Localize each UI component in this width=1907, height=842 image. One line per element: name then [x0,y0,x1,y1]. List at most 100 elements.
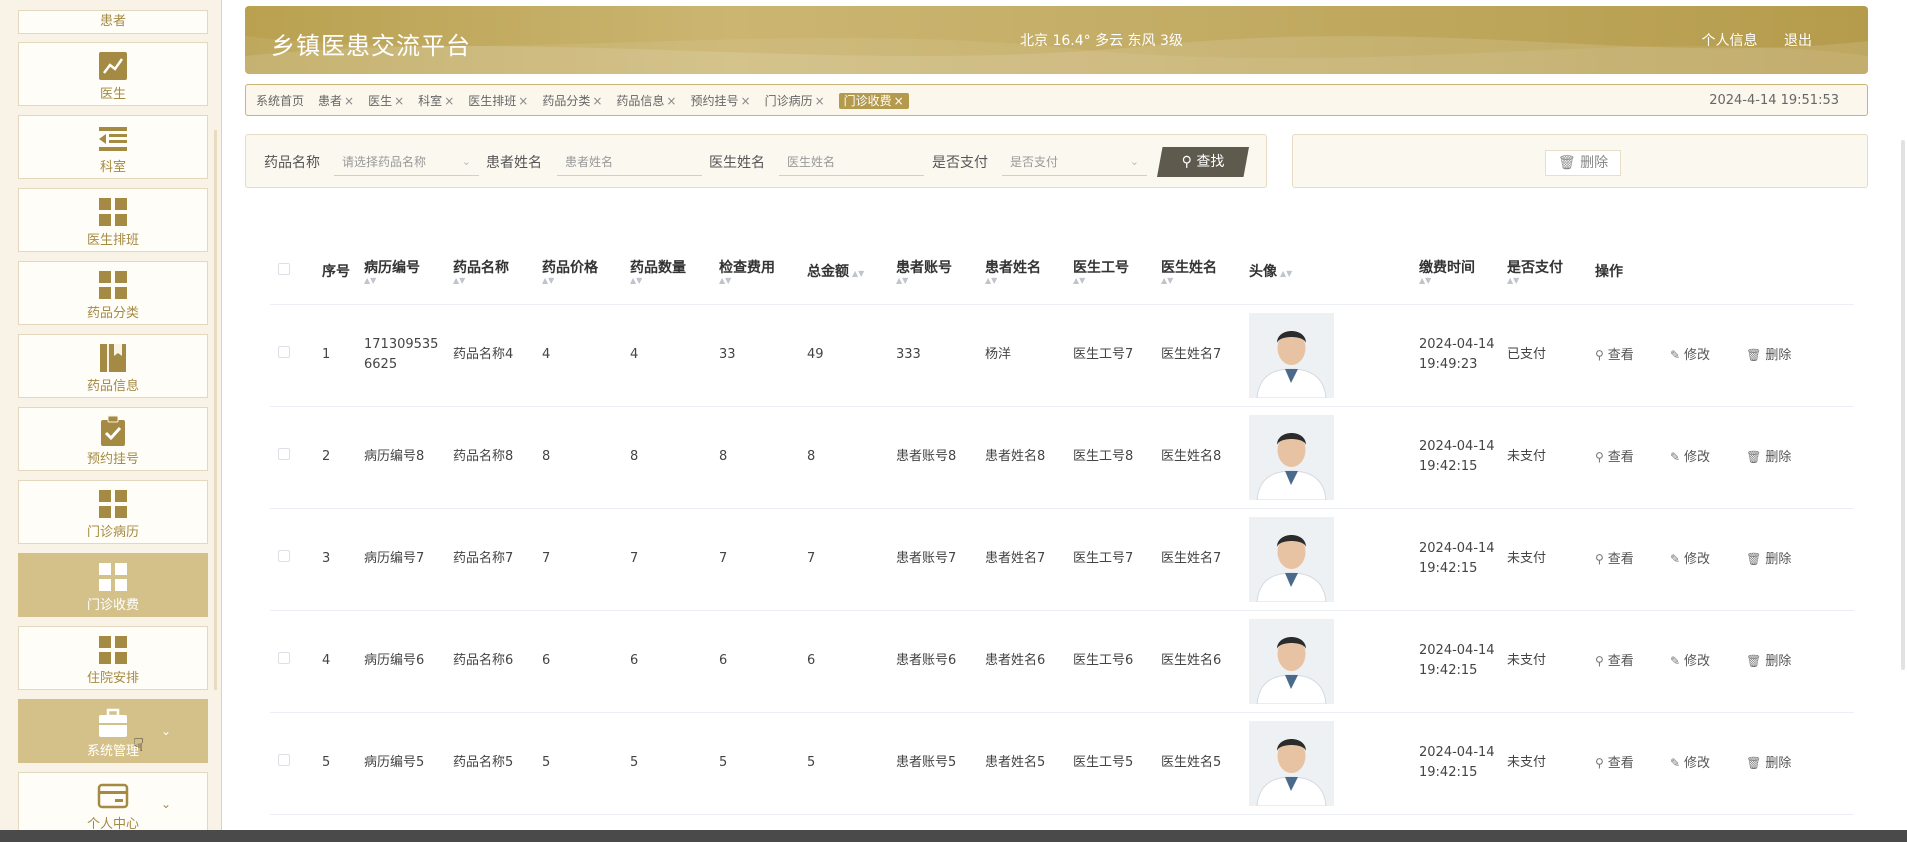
close-icon[interactable]: × [444,94,454,108]
sidebar-item-patient[interactable]: 患者 [18,10,208,34]
close-icon[interactable]: × [666,94,676,108]
select-all-checkbox[interactable] [278,262,290,275]
close-icon[interactable]: × [741,94,751,108]
edit-button[interactable]: ✎ 修改 [1670,348,1726,363]
view-button[interactable]: ⚲ 查看 [1595,654,1650,669]
row-checkbox[interactable] [278,754,290,766]
sidebar-item-outpatient-record[interactable]: 门诊病历 [18,480,208,544]
header-avatar[interactable]: 头像 ▲▼ [1241,238,1411,305]
header-record-no[interactable]: 病历编号 ▲▼ [356,238,445,305]
page-scrollbar[interactable] [1901,140,1905,670]
sidebar-item-drug-category[interactable]: 药品分类 [18,261,208,325]
view-button[interactable]: ⚲ 查看 [1595,756,1650,771]
table-row[interactable]: 4 病历编号6 药品名称6 6 6 6 6 患者账号6 患者姓名6 医生工号6 … [270,610,1854,713]
sidebar-item-department[interactable]: 科室 [18,115,208,179]
header-index[interactable]: 序号 [314,238,356,305]
header-drug-name[interactable]: 药品名称 ▲▼ [445,238,534,305]
row-checkbox[interactable] [278,448,290,460]
delete-button[interactable]: 🗑 删除 [1746,654,1807,669]
table-row[interactable]: 2 病历编号8 药品名称8 8 8 8 8 患者账号8 患者姓名8 医生工号8 … [270,406,1854,509]
search-button[interactable]: ⚲ 查找 [1157,147,1249,177]
doctor-name-input[interactable]: 医生姓名 [779,148,924,176]
patient-name-input[interactable]: 患者姓名 [557,148,702,176]
header-paid[interactable]: 是否支付 ▲▼ [1499,238,1587,305]
sort-icon[interactable]: ▲▼ [364,276,445,285]
header-doctor-name[interactable]: 医生姓名 ▲▼ [1153,238,1241,305]
sidebar-item-inpatient[interactable]: 住院安排 [18,626,208,690]
tab-doctor-schedule[interactable]: 医生排班 × [468,93,528,109]
sidebar-item-drug-info[interactable]: 药品信息 [18,334,208,398]
sort-icon[interactable]: ▲▼ [542,276,622,285]
tab-department[interactable]: 科室 × [418,93,454,109]
doctor-avatar[interactable] [1249,720,1334,806]
doctor-avatar[interactable] [1249,414,1334,500]
edit-button[interactable]: ✎ 修改 [1670,450,1726,465]
logout-link[interactable]: 退出 [1784,33,1812,49]
tab-outpatient-record[interactable]: 门诊病历 × [765,93,825,109]
header-exam-fee[interactable]: 检查费用 ▲▼ [711,238,799,305]
sidebar-item-doctor-schedule[interactable]: 医生排班 [18,188,208,252]
header-doctor-no[interactable]: 医生工号 ▲▼ [1065,238,1153,305]
sidebar-item-appointment[interactable]: 预约挂号 [18,407,208,471]
edit-button[interactable]: ✎ 修改 [1670,654,1726,669]
doctor-avatar[interactable] [1249,618,1334,704]
row-checkbox[interactable] [278,550,290,562]
sidebar-item-system[interactable]: 系统管理 ⌄ [18,699,208,763]
view-button[interactable]: ⚲ 查看 [1595,552,1650,567]
close-icon[interactable]: × [815,94,825,108]
edit-button[interactable]: ✎ 修改 [1670,756,1726,771]
tab-patient[interactable]: 患者 × [318,93,354,109]
sidebar-item-doctor[interactable]: 医生 [18,42,208,106]
header-drug-price[interactable]: 药品价格 ▲▼ [534,238,622,305]
tab-appointment[interactable]: 预约挂号 × [690,93,750,109]
sort-icon[interactable]: ▲▼ [1073,276,1153,285]
sort-icon[interactable]: ▲▼ [985,276,1065,285]
view-button[interactable]: ⚲ 查看 [1595,450,1650,465]
sort-icon[interactable]: ▲▼ [453,276,534,285]
sort-icon[interactable]: ▲▼ [1161,276,1241,285]
sort-icon[interactable]: ▲▼ [630,276,711,285]
table-row[interactable]: 3 病历编号7 药品名称7 7 7 7 7 患者账号7 患者姓名7 医生工号7 … [270,508,1854,611]
sort-icon[interactable]: ▲▼ [719,276,799,285]
row-checkbox[interactable] [278,652,290,664]
tab-outpatient-billing[interactable]: 门诊收费 × [838,93,909,109]
header-pay-time[interactable]: 缴费时间 ▲▼ [1411,238,1499,305]
tab-doctor[interactable]: 医生 × [368,93,404,109]
header-drug-qty[interactable]: 药品数量 ▲▼ [622,238,711,305]
close-icon[interactable]: × [894,94,904,108]
sort-icon[interactable]: ▲▼ [1507,276,1587,285]
paid-select[interactable]: 是否支付 ⌄ [1002,148,1147,176]
sort-icon[interactable]: ▲▼ [1419,276,1499,285]
table-row[interactable]: 5 病历编号5 药品名称5 5 5 5 5 患者账号5 患者姓名5 医生工号5 … [270,712,1854,815]
delete-button[interactable]: 🗑 删除 [1746,450,1807,465]
view-button[interactable]: ⚲ 查看 [1595,348,1650,363]
sort-icon[interactable]: ▲▼ [852,269,864,278]
close-icon[interactable]: × [394,94,404,108]
delete-button[interactable]: 🗑 删除 [1746,552,1807,567]
sidebar-item-personal[interactable]: 个人中心 ⌄ [18,772,208,832]
doctor-avatar[interactable] [1249,516,1334,602]
header-total[interactable]: 总金额 ▲▼ [799,238,888,305]
profile-link[interactable]: 个人信息 [1702,33,1758,49]
sort-icon[interactable]: ▲▼ [1280,269,1292,278]
edit-button[interactable]: ✎ 修改 [1670,552,1726,567]
close-icon[interactable]: × [592,94,602,108]
close-icon[interactable]: × [518,94,528,108]
tab-home[interactable]: 系统首页 [256,93,304,109]
delete-button[interactable]: 🗑 删除 [1746,348,1807,363]
sidebar-item-outpatient-billing[interactable]: 门诊收费 [18,553,208,617]
table-row[interactable]: 1 1713095356625 药品名称4 4 4 33 49 333 杨洋 医… [270,304,1854,407]
row-checkbox[interactable] [278,346,290,358]
header-patient-name[interactable]: 患者姓名 ▲▼ [977,238,1065,305]
tab-drug-info[interactable]: 药品信息 × [616,93,676,109]
drug-name-select[interactable]: 请选择药品名称 ⌄ [334,148,479,176]
header-patient-account[interactable]: 患者账号 ▲▼ [888,238,977,305]
sidebar-scrollbar[interactable] [214,130,217,690]
doctor-avatar[interactable] [1249,312,1334,398]
sort-icon[interactable]: ▲▼ [896,276,977,285]
tab-drug-category[interactable]: 药品分类 × [542,93,602,109]
close-icon[interactable]: × [344,94,354,108]
delete-button[interactable]: 🗑 删除 [1746,756,1807,771]
batch-delete-button[interactable]: 🗑 删除 [1545,150,1621,176]
cell-drug-name: 药品名称8 [445,406,534,509]
